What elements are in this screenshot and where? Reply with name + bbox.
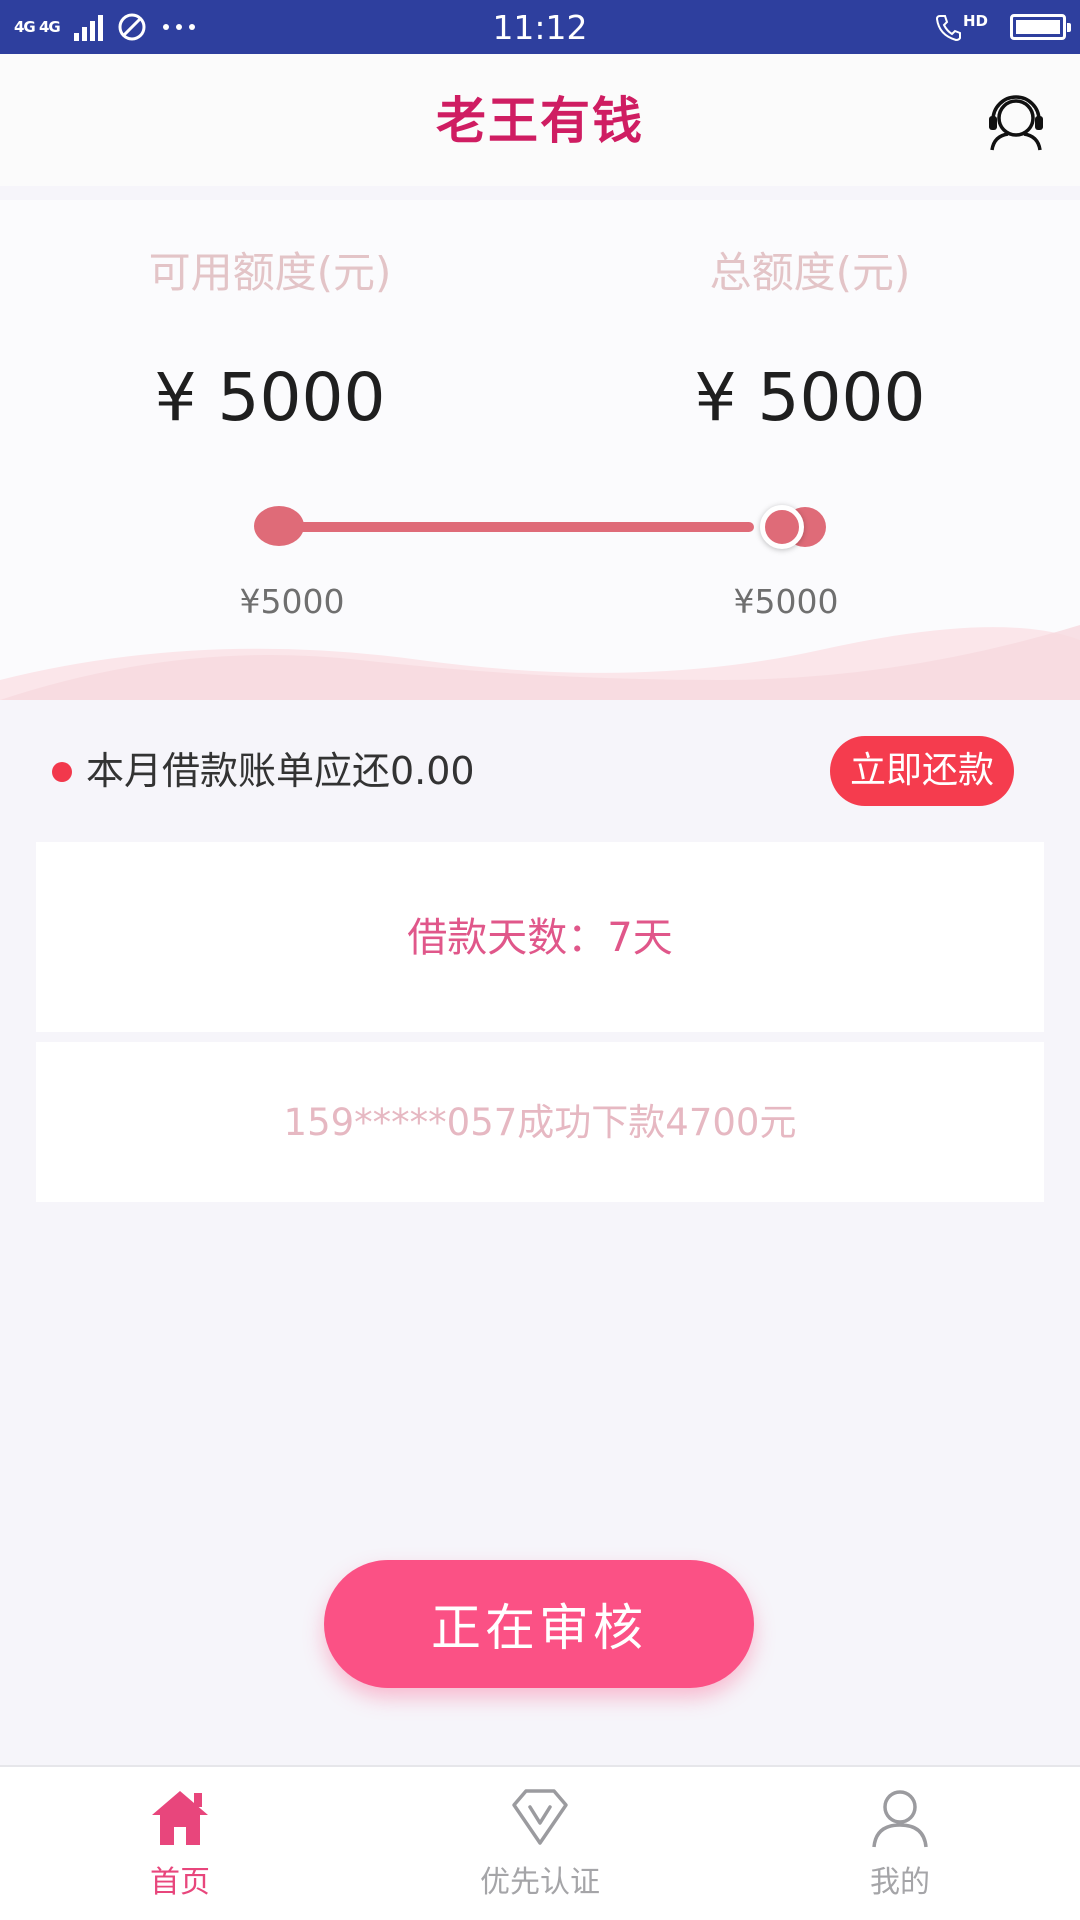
under-review-button[interactable]: 正在审核	[324, 1560, 754, 1688]
tab-verify-label: 优先认证	[480, 1865, 600, 1900]
total-quota-label: 总额度(元)	[709, 248, 911, 297]
wave-decoration	[0, 625, 1080, 700]
available-quota-value: ¥ 5000	[154, 359, 386, 436]
status-bar: 4G 4G 11:12 HD	[0, 0, 1080, 54]
bottom-tab-bar: 首页 优先认证 我的	[0, 1765, 1080, 1920]
page-title: 老王有钱	[436, 92, 644, 150]
loan-ticker-text: 159*****057成功下款4700元	[283, 1101, 797, 1144]
customer-service-icon[interactable]	[986, 88, 1046, 152]
loan-ticker-card: 159*****057成功下款4700元	[36, 1042, 1044, 1202]
tab-mine[interactable]: 我的	[780, 1767, 1020, 1920]
home-icon	[152, 1791, 208, 1845]
total-quota-value: ¥ 5000	[694, 359, 926, 436]
clock: 11:12	[492, 8, 588, 47]
tab-mine-label: 我的	[870, 1865, 930, 1900]
tab-home-label: 首页	[150, 1865, 210, 1900]
slider-max-label: ¥5000	[733, 582, 839, 621]
slider-handle[interactable]	[760, 505, 804, 549]
hd-badge: HD	[962, 12, 988, 30]
available-quota-label: 可用额度(元)	[148, 248, 392, 297]
repay-now-button[interactable]: 立即还款	[830, 736, 1014, 806]
tab-home[interactable]: 首页	[60, 1767, 300, 1920]
user-icon	[872, 1790, 928, 1848]
monthly-bill-row: 本月借款账单应还0.00 立即还款	[0, 720, 1080, 826]
amount-slider-track[interactable]	[278, 522, 754, 532]
battery-icon	[1010, 14, 1071, 40]
hd-call-icon: HD	[935, 13, 988, 41]
slider-min-label: ¥5000	[239, 582, 345, 621]
tab-priority-verification[interactable]: 优先认证	[420, 1767, 660, 1920]
verify-v-icon	[512, 1789, 568, 1845]
quota-panel: 可用额度(元) 总额度(元) ¥ 5000 ¥ 5000 ¥5000 ¥5000	[0, 200, 1080, 700]
loan-days-card[interactable]: 借款天数：7天	[36, 842, 1044, 1032]
slider-min-handle	[254, 506, 304, 546]
app-header: 老王有钱	[0, 54, 1080, 186]
bill-status-dot	[52, 762, 72, 782]
loan-days-text: 借款天数：7天	[407, 915, 673, 961]
monthly-bill-text: 本月借款账单应还0.00	[86, 749, 475, 793]
